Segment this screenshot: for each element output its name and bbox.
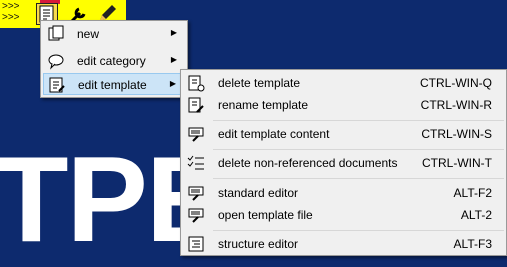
rename-template-icon xyxy=(187,96,205,114)
menu-separator xyxy=(213,178,504,179)
menu-item-open-template-file[interactable]: open template file ALT-2 xyxy=(183,204,504,226)
menu-item-label: delete template xyxy=(218,76,301,90)
menu-item-label: edit category xyxy=(77,54,146,68)
toolbar-arrow-bottom[interactable]: >>> xyxy=(2,13,20,24)
menu-item-label: rename template xyxy=(218,98,309,112)
context-menu-edit-template: delete template CTRL-WIN-Q rename templa… xyxy=(180,69,507,256)
menu-item-new[interactable]: new ▶ xyxy=(43,23,185,45)
chevron-right-icon: ▶ xyxy=(169,79,176,88)
menu-item-label: standard editor xyxy=(218,186,299,200)
menu-item-shortcut: CTRL-WIN-T xyxy=(422,156,492,170)
menu-item-label: structure editor xyxy=(218,237,299,251)
structure-icon xyxy=(187,235,205,253)
menu-item-shortcut: CTRL-WIN-S xyxy=(421,127,492,141)
menu-item-edit-template-content[interactable]: edit template content CTRL-WIN-S xyxy=(183,123,504,145)
menu-item-edit-template[interactable]: edit template ▶ xyxy=(43,73,185,95)
editor-icon xyxy=(187,184,205,202)
menu-item-shortcut: ALT-F3 xyxy=(453,237,492,251)
edit-template-icon xyxy=(48,76,66,94)
menu-item-edit-category[interactable]: edit category ▶ xyxy=(43,50,185,72)
new-document-icon xyxy=(47,25,65,43)
checklist-icon xyxy=(187,154,205,172)
menu-item-label: edit template content xyxy=(218,127,330,141)
menu-item-label: new xyxy=(77,27,100,41)
menu-item-label: edit template xyxy=(78,78,147,92)
menu-item-shortcut: ALT-2 xyxy=(460,208,492,222)
menu-item-rename-template[interactable]: rename template CTRL-WIN-R xyxy=(183,94,504,116)
menu-item-standard-editor[interactable]: standard editor ALT-F2 xyxy=(183,182,504,204)
chevron-right-icon: ▶ xyxy=(170,28,177,37)
delete-template-icon xyxy=(187,74,205,92)
menu-separator xyxy=(213,230,504,231)
menu-item-label: open template file xyxy=(218,208,313,222)
edit-content-icon xyxy=(187,125,205,143)
toolbar-arrows: >>> >>> xyxy=(2,2,20,24)
menu-item-shortcut: CTRL-WIN-R xyxy=(420,98,492,112)
chevron-right-icon: ▶ xyxy=(170,55,177,64)
menu-separator xyxy=(213,120,504,121)
menu-item-structure-editor[interactable]: structure editor ALT-F3 xyxy=(183,233,504,255)
menu-item-delete-template[interactable]: delete template CTRL-WIN-Q xyxy=(183,72,504,94)
menu-separator xyxy=(213,149,504,150)
menu-item-shortcut: ALT-F2 xyxy=(453,186,492,200)
speech-bubble-icon xyxy=(47,52,65,70)
context-menu-main: new ▶ edit category ▶ edit template ▶ xyxy=(40,20,188,98)
menu-item-delete-non-referenced[interactable]: delete non-referenced documents CTRL-WIN… xyxy=(183,152,504,174)
menu-item-label: delete non-referenced documents xyxy=(218,156,398,170)
menu-item-shortcut: CTRL-WIN-Q xyxy=(420,76,492,90)
open-file-icon xyxy=(187,206,205,224)
